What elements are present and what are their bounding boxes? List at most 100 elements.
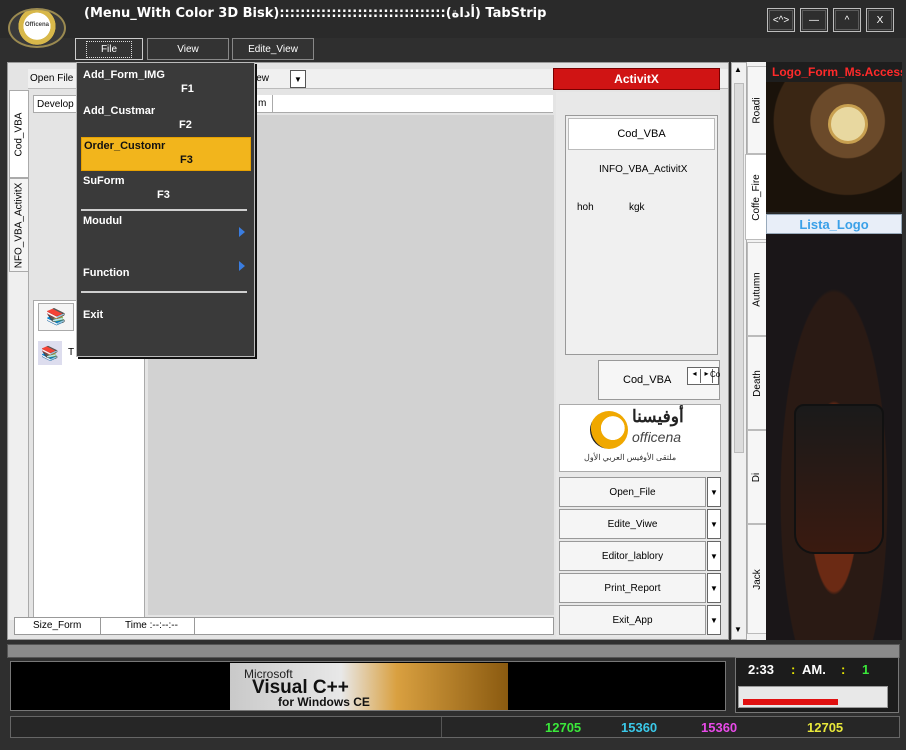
menu-item-label: Moudul [83, 215, 123, 227]
menu-item-label: Function [83, 267, 130, 279]
menu-item-shortcut: F3 [180, 154, 193, 166]
right-tab-strip: Roadi Coffe_Fire Autumn Death Di Jack [745, 62, 767, 640]
clock-image-icon [828, 104, 868, 144]
edit-view-dropdown-icon[interactable]: ▼ [707, 509, 721, 539]
books-icon: 📚 [46, 309, 66, 326]
form-status-strip: Size_Form Time :--:--:-- [14, 617, 554, 635]
progress-box [738, 686, 888, 708]
menu-edit-view[interactable]: Edite_View [232, 38, 314, 60]
menu-separator [81, 291, 247, 293]
status-number-1: 12705 [545, 720, 582, 735]
size-form-label: Size_Form [15, 618, 101, 634]
tab-partial[interactable]: m [255, 95, 273, 113]
scroll-thumb[interactable] [734, 83, 744, 453]
tab-jack[interactable]: Jack [747, 524, 767, 634]
officena-arabic: أوفيسنا [632, 407, 684, 426]
books-item-icon[interactable]: 📚 [38, 341, 62, 365]
clock-seconds: 1 [862, 662, 870, 677]
maximize-button[interactable]: ^ [833, 8, 861, 32]
info-left-text: hoh [577, 202, 594, 213]
tab-develop[interactable]: Develop [33, 95, 77, 113]
tab-jack-label: Jack [751, 568, 763, 590]
exit-app-dropdown-icon[interactable]: ▼ [707, 605, 721, 635]
progress-fill [743, 699, 839, 705]
coffee-cup-icon [794, 404, 884, 554]
menu-item-exit[interactable]: Exit [81, 307, 251, 329]
clock-colon-2: : [841, 662, 846, 677]
tab-di-label: Di [751, 472, 763, 482]
menu-item-label: SuForm [83, 175, 125, 187]
scroll-down-icon[interactable]: ▼ [734, 625, 742, 634]
open-file-label[interactable]: Open File [30, 73, 73, 84]
status-number-3: 15360 [701, 720, 738, 735]
tab-coffe-fire[interactable]: Coffe_Fire [745, 154, 767, 240]
clock-time: 2:33 [748, 662, 775, 677]
edit-view-button[interactable]: Edite_Viwe [559, 509, 706, 539]
menu-item-shortcut: F1 [181, 83, 194, 95]
tab-roadi[interactable]: Roadi [747, 66, 767, 154]
clock-room-image [766, 82, 902, 212]
editor-library-dropdown-icon[interactable]: ▼ [707, 541, 721, 571]
menu-item-label: Add_Form_IMG [83, 69, 165, 81]
minimize-button[interactable]: — [800, 8, 828, 32]
menu-item-order-customr[interactable]: Order_Customr F3 [81, 137, 251, 171]
tab-cod-vba[interactable]: Cod_VBA [9, 90, 29, 178]
restore-button[interactable]: <^> [767, 8, 795, 32]
menu-item-shortcut: F2 [179, 119, 192, 131]
spin-text: Coo [710, 370, 720, 379]
tab-death-label: Death [751, 369, 763, 397]
menu-item-label: Order_Customr [84, 140, 166, 152]
menu-item-suform[interactable]: SuForm F3 [81, 173, 251, 207]
coffee-fire-image [766, 234, 902, 640]
status-number-2: 15360 [621, 720, 658, 735]
info-label: INFO_VBA_ActivitX [599, 164, 688, 175]
status-number-4: 12705 [807, 720, 844, 735]
tab-info-vba[interactable]: NFO_VBA_ActivitX [9, 178, 29, 272]
info-box: INFO_VBA_ActivitX hoh kgk [565, 115, 718, 355]
open-file-button[interactable]: Open_File [559, 477, 706, 507]
bottom-separator [7, 644, 900, 658]
menu-item-function[interactable]: Function [81, 261, 251, 287]
submenu-arrow-icon [239, 261, 245, 271]
menu-item-moudul[interactable]: Moudul [81, 213, 251, 243]
menu-file[interactable]: File [75, 38, 143, 60]
menu-view[interactable]: View [147, 38, 229, 60]
view-dropdown[interactable]: ▼ [290, 70, 306, 88]
tab-autumn[interactable]: Autumn [747, 242, 767, 336]
menu-item-add-form-img[interactable]: Add_Form_IMG F1 [81, 67, 251, 101]
visual-c-banner: Microsoft Visual C++ for Windows CE [230, 663, 508, 710]
menu-item-add-custmar[interactable]: Add_Custmar F2 [81, 103, 251, 137]
scroll-up-icon[interactable]: ▲ [734, 65, 742, 74]
menu-separator [81, 209, 247, 211]
cod-vba-tab[interactable]: Cod_VBA [568, 118, 715, 150]
menu-item-label: Add_Custmar [83, 105, 156, 117]
vertical-scrollbar[interactable]: ▲ ▼ [731, 62, 747, 640]
tab-di[interactable]: Di [747, 430, 767, 524]
view-label-partial: iew [254, 73, 270, 84]
open-file-dropdown-icon[interactable]: ▼ [707, 477, 721, 507]
print-report-button[interactable]: Print_Report [559, 573, 706, 603]
tab-roadi-label: Roadi [751, 96, 763, 124]
close-button[interactable]: X [866, 8, 894, 32]
status-bar: 12705 15360 15360 12705 [10, 716, 900, 738]
lista-logo-label: Lista_Logo [766, 214, 902, 234]
left-panel-item-label: T [68, 347, 75, 358]
officena-sub: ملتقى الأوفيس العربي الأول [584, 453, 677, 462]
tab-coffe-fire-label: Coffe_Fire [750, 173, 762, 221]
submenu-arrow-icon [239, 227, 245, 237]
info-right-text: kgk [629, 202, 645, 213]
officena-logo: أوفيسنا officena ملتقى الأوفيس العربي ال… [559, 404, 721, 472]
tab-death[interactable]: Death [747, 336, 767, 430]
tab-spin-control[interactable]: ◂ ▸ Coo [687, 367, 720, 385]
spin-left-icon[interactable]: ◂ [689, 369, 701, 383]
exit-app-button[interactable]: Exit_App [559, 605, 706, 635]
banner-for-windows: for Windows CE [278, 695, 370, 709]
editor-library-button[interactable]: Editor_lablory [559, 541, 706, 571]
left-tab-strip: Cod_VBA NFO_VBA_ActivitX [9, 90, 29, 620]
time-label: Time :--:--:-- [105, 618, 195, 634]
clock-panel: 2:33 : AM. : 1 [735, 657, 899, 713]
print-report-dropdown-icon[interactable]: ▼ [707, 573, 721, 603]
file-dropdown-menu: Add_Form_IMG F1 Add_Custmar F2 Order_Cus… [76, 62, 255, 357]
logo-text: Officena [25, 22, 50, 28]
book-tab[interactable]: 📚 [38, 303, 74, 331]
